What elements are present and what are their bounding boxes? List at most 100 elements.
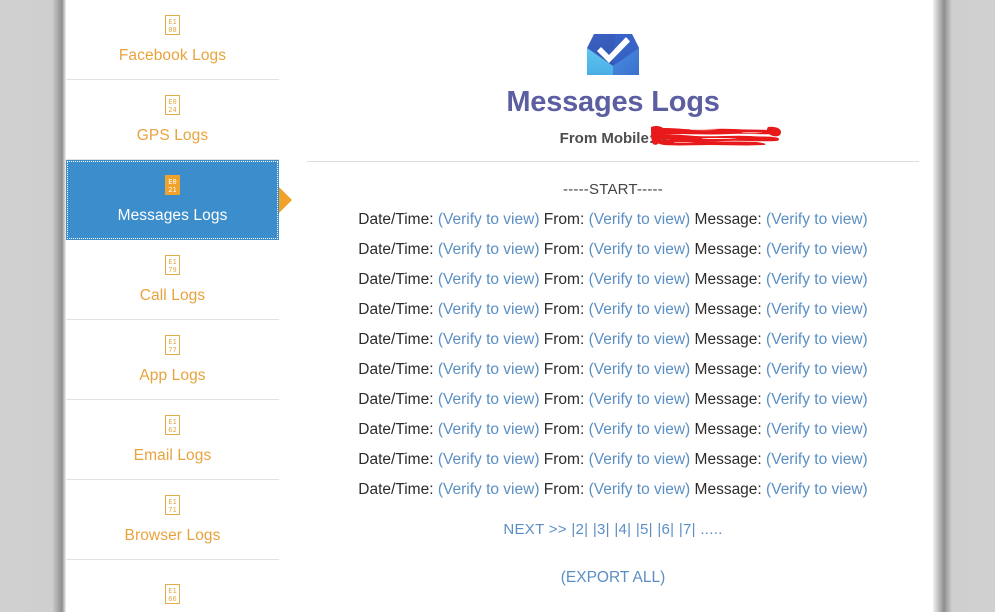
log-message-label: Message:	[694, 421, 762, 438]
log-from-label: From:	[543, 391, 585, 408]
log-message-verify-link[interactable]: (Verify to view)	[766, 361, 868, 378]
sidebar-item-label: Browser Logs	[124, 526, 221, 544]
from-mobile-number: 4	[658, 130, 667, 147]
missing-glyph-box: E0 21	[165, 174, 180, 195]
page-header: Messages Logs From Mobile: 4	[307, 0, 919, 148]
log-row: Date/Time: (Verify to view) From: (Verif…	[307, 360, 919, 380]
tofu-e024-icon: E0 24	[161, 94, 185, 119]
log-datetime-label: Date/Time:	[358, 481, 434, 498]
log-message-label: Message:	[694, 391, 762, 408]
log-datetime-label: Date/Time:	[358, 241, 434, 258]
missing-glyph-box: E1 62	[165, 414, 180, 435]
content-inner: Messages Logs From Mobile: 4 -----START-…	[279, 0, 933, 588]
log-datetime-label: Date/Time:	[358, 421, 434, 438]
tofu-e177-icon: E1 77	[161, 334, 185, 359]
log-message-verify-link[interactable]: (Verify to view)	[766, 481, 868, 498]
page-title: Messages Logs	[506, 86, 720, 118]
codepoint-high: E1	[168, 17, 177, 26]
log-from-verify-link[interactable]: (Verify to view)	[589, 241, 691, 258]
log-datetime-verify-link[interactable]: (Verify to view)	[438, 331, 540, 348]
sidebar-item-app-logs[interactable]: E1 77 App Logs	[66, 320, 279, 400]
log-from-verify-link[interactable]: (Verify to view)	[589, 271, 691, 288]
log-from-verify-link[interactable]: (Verify to view)	[589, 421, 691, 438]
from-mobile-row: From Mobile: 4	[560, 125, 781, 147]
sidebar-item-facebook-logs[interactable]: E1 08 Facebook Logs	[66, 0, 279, 80]
log-from-verify-link[interactable]: (Verify to view)	[589, 211, 691, 228]
codepoint-high: E1	[168, 337, 177, 346]
sidebar-item-label: Call Logs	[139, 286, 206, 304]
log-datetime-verify-link[interactable]: (Verify to view)	[438, 271, 540, 288]
log-from-verify-link[interactable]: (Verify to view)	[589, 451, 691, 468]
sidebar-item-email-logs[interactable]: E1 62 Email Logs	[66, 400, 279, 480]
tofu-e162-icon: E1 62	[161, 414, 185, 439]
codepoint-low: 77	[168, 345, 177, 354]
log-from-verify-link[interactable]: (Verify to view)	[589, 481, 691, 498]
pagination-links[interactable]: NEXT >> |2| |3| |4| |5| |6| |7| .....	[307, 520, 919, 540]
sidebar-item-messages-logs[interactable]: E0 21 Messages Logs	[66, 160, 292, 240]
codepoint-high: E1	[168, 497, 177, 506]
codepoint-high: E0	[168, 97, 177, 106]
log-from-verify-link[interactable]: (Verify to view)	[589, 391, 691, 408]
missing-glyph-box: E1 71	[165, 494, 180, 515]
sidebar-item-label: Messages Logs	[117, 206, 228, 224]
log-from-label: From:	[543, 481, 585, 498]
codepoint-low: 24	[168, 105, 177, 114]
missing-glyph-box: E1 08	[165, 14, 180, 35]
sidebar-navigation: E1 08 Facebook Logs E0 24 GPS Logs E0 21 Message…	[66, 0, 292, 612]
log-message-label: Message:	[694, 241, 762, 258]
log-message-verify-link[interactable]: (Verify to view)	[766, 301, 868, 318]
start-marker: -----START-----	[563, 181, 663, 198]
log-message-verify-link[interactable]: (Verify to view)	[766, 421, 868, 438]
codepoint-low: 66	[168, 594, 177, 603]
codepoint-low: 62	[168, 425, 177, 434]
log-message-label: Message:	[694, 301, 762, 318]
main-content: Messages Logs From Mobile: 4 -----START-…	[279, 0, 933, 612]
log-row: Date/Time: (Verify to view) From: (Verif…	[307, 420, 919, 440]
log-message-verify-link[interactable]: (Verify to view)	[766, 451, 868, 468]
log-message-verify-link[interactable]: (Verify to view)	[766, 331, 868, 348]
messages-log-area: -----START----- Date/Time: (Verify to vi…	[307, 162, 919, 588]
log-from-label: From:	[543, 361, 585, 378]
log-from-verify-link[interactable]: (Verify to view)	[589, 301, 691, 318]
codepoint-low: 71	[168, 505, 177, 514]
log-datetime-verify-link[interactable]: (Verify to view)	[438, 241, 540, 258]
sidebar-item-gps-logs[interactable]: E0 24 GPS Logs	[66, 80, 279, 160]
log-row: Date/Time: (Verify to view) From: (Verif…	[307, 480, 919, 500]
log-message-verify-link[interactable]: (Verify to view)	[766, 271, 868, 288]
log-message-verify-link[interactable]: (Verify to view)	[766, 211, 868, 228]
log-datetime-label: Date/Time:	[358, 391, 434, 408]
log-message-verify-link[interactable]: (Verify to view)	[766, 391, 868, 408]
sidebar-item-call-logs[interactable]: E1 79 Call Logs	[66, 240, 279, 320]
sidebar-item-label: Email Logs	[133, 446, 212, 464]
missing-glyph-box: E0 24	[165, 94, 180, 115]
codepoint-low: 21	[168, 185, 177, 194]
log-message-label: Message:	[694, 331, 762, 348]
export-all-link[interactable]: (EXPORT ALL)	[307, 568, 919, 588]
log-datetime-verify-link[interactable]: (Verify to view)	[438, 481, 540, 498]
log-datetime-verify-link[interactable]: (Verify to view)	[438, 211, 540, 228]
log-datetime-verify-link[interactable]: (Verify to view)	[438, 301, 540, 318]
log-datetime-label: Date/Time:	[358, 331, 434, 348]
missing-glyph-box: E1 79	[165, 254, 180, 275]
log-datetime-verify-link[interactable]: (Verify to view)	[438, 361, 540, 378]
sidebar-item-partial[interactable]: E1 66	[66, 560, 279, 612]
log-datetime-label: Date/Time:	[358, 301, 434, 318]
log-from-verify-link[interactable]: (Verify to view)	[589, 361, 691, 378]
log-datetime-verify-link[interactable]: (Verify to view)	[438, 451, 540, 468]
log-datetime-verify-link[interactable]: (Verify to view)	[438, 421, 540, 438]
inbox-envelope-check-icon	[587, 34, 639, 75]
log-from-label: From:	[543, 211, 585, 228]
log-from-verify-link[interactable]: (Verify to view)	[589, 331, 691, 348]
codepoint-high: E1	[168, 257, 177, 266]
tofu-e108-icon: E1 08	[161, 14, 185, 39]
tofu-e021-icon: E0 21	[161, 174, 185, 199]
log-datetime-verify-link[interactable]: (Verify to view)	[438, 391, 540, 408]
log-row: Date/Time: (Verify to view) From: (Verif…	[307, 270, 919, 290]
log-message-label: Message:	[694, 451, 762, 468]
log-row: Date/Time: (Verify to view) From: (Verif…	[307, 330, 919, 350]
log-message-verify-link[interactable]: (Verify to view)	[766, 241, 868, 258]
sidebar-item-label: Facebook Logs	[118, 46, 227, 64]
sidebar-item-browser-logs[interactable]: E1 71 Browser Logs	[66, 480, 279, 560]
codepoint-high: E1	[168, 586, 177, 595]
log-row: Date/Time: (Verify to view) From: (Verif…	[307, 390, 919, 410]
